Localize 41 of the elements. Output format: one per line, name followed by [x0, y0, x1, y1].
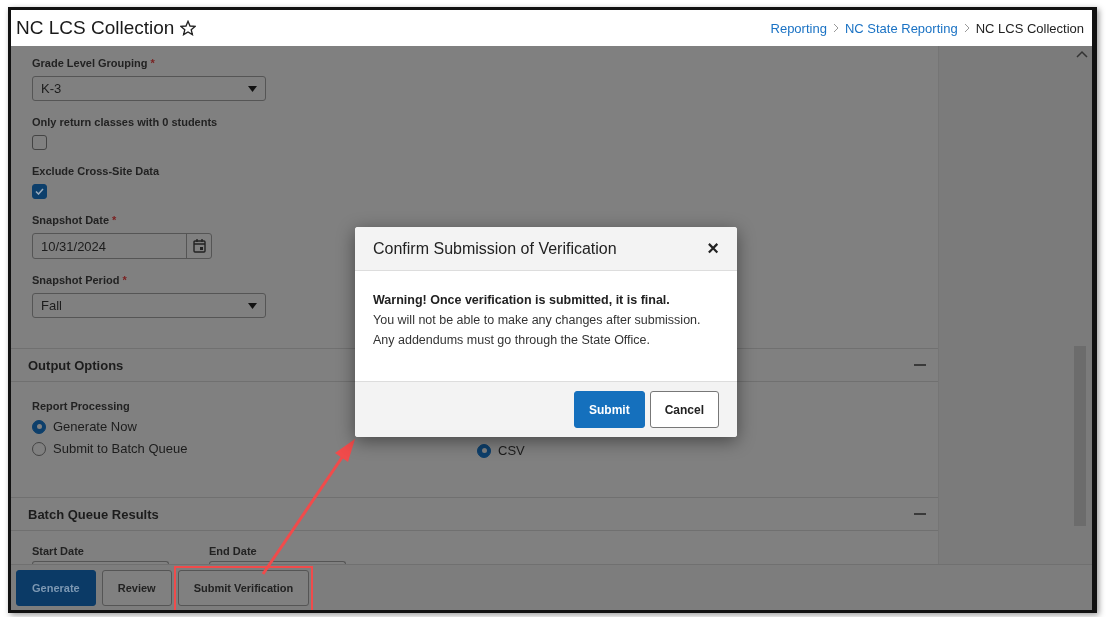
section-header[interactable]: Batch Queue Results	[11, 497, 938, 531]
field-label: Only return classes with 0 students	[32, 116, 219, 128]
caret-icon	[248, 302, 257, 309]
calendar-icon	[192, 239, 206, 253]
field-label: Start Date	[32, 545, 85, 557]
field-label: Grade Level Grouping *	[32, 57, 156, 69]
dropdown[interactable]: Fall	[32, 293, 266, 318]
footer-button[interactable]: Review	[101, 569, 172, 606]
date-field[interactable]: 10/31/2024	[32, 233, 212, 259]
dialog-text: You will not be able to make any changes after submission.	[373, 312, 702, 329]
breadcrumb-link[interactable]: Reporting	[770, 20, 827, 36]
option-label: Submit to Batch Queue	[53, 441, 188, 456]
close-button[interactable]: ×	[707, 237, 719, 260]
star-icon[interactable]	[180, 20, 197, 36]
chevron-icon	[963, 23, 970, 33]
option-label: Generate Now	[53, 419, 137, 434]
radio-button[interactable]	[477, 443, 491, 458]
dialog-button[interactable]: Submit	[573, 391, 645, 428]
caret-icon	[248, 85, 257, 92]
warning-text: Warning! Once verification is submitted, it is final.	[373, 292, 671, 309]
check-icon	[35, 188, 44, 195]
field-label: Snapshot Period *	[32, 274, 128, 286]
footer-button[interactable]: Generate	[16, 569, 96, 606]
field-label: Snapshot Date *	[32, 214, 118, 226]
checkbox[interactable]	[32, 184, 47, 199]
dialog-text: Any addendums must go through the State Office.	[373, 332, 652, 349]
scroll-up-icon[interactable]	[1076, 50, 1088, 58]
dropdown[interactable]: K-3	[32, 76, 266, 101]
radio-button[interactable]	[32, 419, 46, 434]
field-label: Report Processing	[32, 400, 131, 412]
option-label: CSV	[498, 443, 525, 458]
chevron-icon	[832, 23, 839, 33]
field-label: Exclude Cross-Site Data	[32, 165, 161, 177]
breadcrumb-link[interactable]: NC LCS Collection	[975, 20, 1084, 36]
page-title: NC LCS Collection	[16, 17, 175, 39]
dialog-button[interactable]: Cancel	[649, 391, 719, 428]
checkbox[interactable]	[32, 135, 47, 150]
field-label: End Date	[209, 545, 258, 557]
breadcrumb-link[interactable]: NC State Reporting	[844, 20, 958, 36]
footer-button[interactable]: Submit Verification	[177, 569, 310, 606]
dialog-title: Confirm Submission of Verification	[373, 239, 617, 258]
